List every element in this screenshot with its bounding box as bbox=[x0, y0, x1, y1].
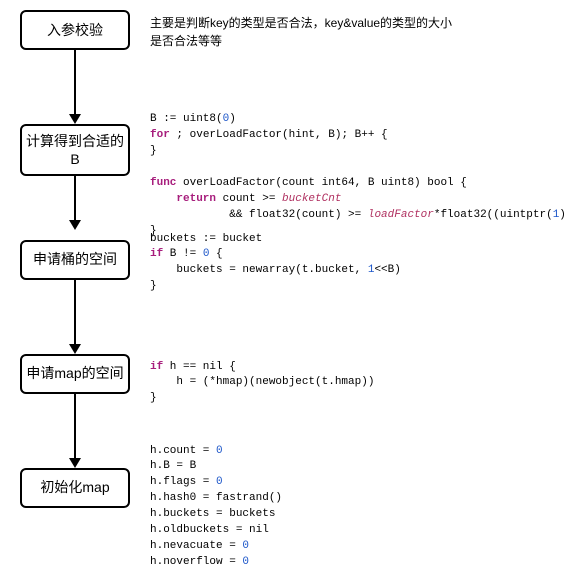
step-box-alloc-map: 申请map的空间 bbox=[20, 354, 130, 394]
step-box-validate: 入参校验 bbox=[20, 10, 130, 50]
arrow-down-icon bbox=[69, 176, 81, 230]
arrow-down-icon bbox=[69, 394, 81, 468]
step-label: 初始化map bbox=[40, 478, 109, 496]
step-description: 主要是判断key的类型是否合法，key&value的类型的大小 是否合法等等 bbox=[150, 14, 554, 50]
arrow-down-icon bbox=[69, 280, 81, 354]
step-label: 申请桶的空间 bbox=[33, 250, 117, 268]
arrow-down-icon bbox=[69, 50, 81, 124]
code-block-calc-b: B := uint8(0) for ; overLoadFactor(hint,… bbox=[150, 112, 564, 240]
step-box-init-map: 初始化map bbox=[20, 468, 130, 508]
step-box-calc-b: 计算得到合适的B bbox=[20, 124, 130, 176]
step-label: 申请map的空间 bbox=[26, 364, 123, 382]
code-block-alloc-buckets: buckets := bucket if B != 0 { buckets = … bbox=[150, 232, 554, 296]
step-label: 计算得到合适的B bbox=[26, 132, 124, 168]
code-block-init-map: h.count = 0 h.B = B h.flags = 0 h.hash0 … bbox=[150, 444, 554, 572]
step-label: 入参校验 bbox=[47, 21, 103, 39]
code-block-alloc-map: if h == nil { h = (*hmap)(newobject(t.hm… bbox=[150, 360, 554, 408]
step-box-alloc-buckets: 申请桶的空间 bbox=[20, 240, 130, 280]
